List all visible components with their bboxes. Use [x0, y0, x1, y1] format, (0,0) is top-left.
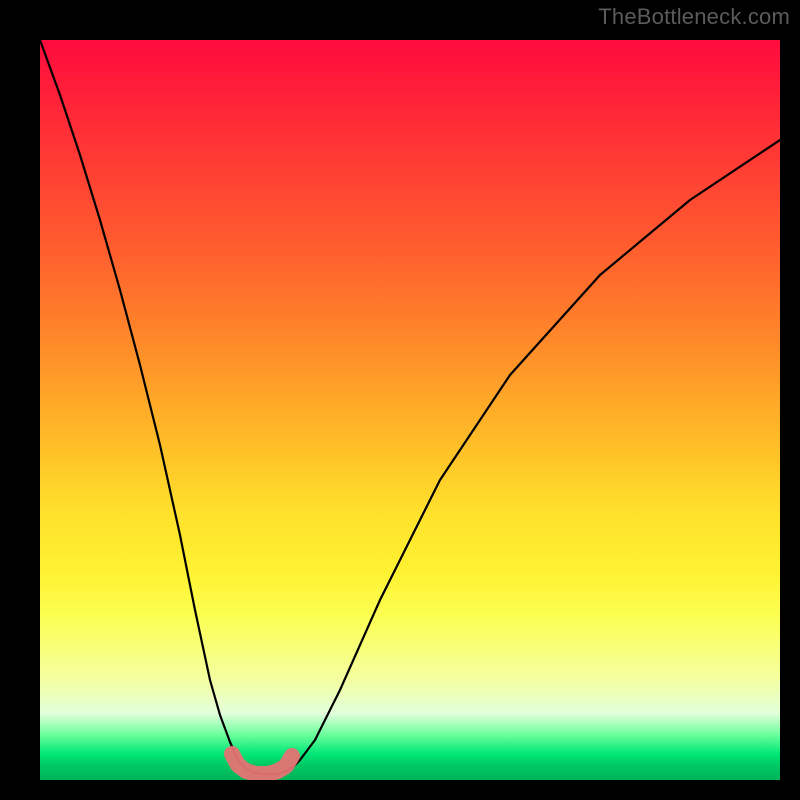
chart-frame: TheBottleneck.com: [0, 0, 800, 800]
bottleneck-curve: [40, 40, 780, 774]
plot-area: [40, 40, 780, 780]
watermark-text: TheBottleneck.com: [598, 4, 790, 30]
curve-layer: [40, 40, 780, 780]
valley-marker: [232, 754, 292, 774]
